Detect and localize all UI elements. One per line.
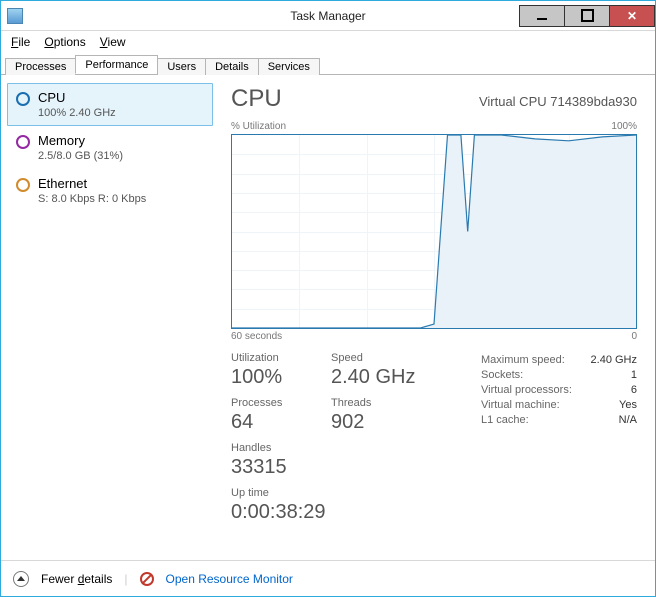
open-resource-monitor-link[interactable]: Open Resource Monitor <box>166 572 293 586</box>
meta-vm-label: Virtual machine: <box>481 399 560 411</box>
main-content: CPU 100% 2.40 GHz Memory 2.5/8.0 GB (31%… <box>1 75 655 560</box>
separator: | <box>124 572 127 586</box>
sidebar-ethernet-label: Ethernet <box>38 176 146 191</box>
sidebar-cpu-label: CPU <box>38 90 116 105</box>
meta-l1-label: L1 cache: <box>481 414 529 426</box>
stat-speed-value: 2.40 GHz <box>331 366 441 389</box>
stat-utilization-value: 100% <box>231 366 311 389</box>
memory-ring-icon <box>16 135 30 149</box>
menu-file[interactable]: File <box>5 33 36 51</box>
menu-options[interactable]: Options <box>38 33 91 51</box>
stat-handles-value: 33315 <box>231 456 301 479</box>
tab-processes[interactable]: Processes <box>5 58 76 75</box>
stat-utilization-label: Utilization <box>231 352 311 364</box>
sidebar-item-memory[interactable]: Memory 2.5/8.0 GB (31%) <box>7 126 213 169</box>
chart-label-top-left: % Utilization <box>231 121 286 132</box>
meta-l1-value: N/A <box>619 414 637 426</box>
tab-services[interactable]: Services <box>258 58 320 75</box>
resource-monitor-icon <box>140 572 154 586</box>
meta-vproc-label: Virtual processors: <box>481 384 572 396</box>
sidebar-ethernet-sub: S: 8.0 Kbps R: 0 Kbps <box>38 193 146 205</box>
sidebar-cpu-sub: 100% 2.40 GHz <box>38 107 116 119</box>
stat-processes-label: Processes <box>231 397 311 409</box>
menubar: File Options View <box>1 31 655 53</box>
stat-speed-label: Speed <box>331 352 441 364</box>
meta-vm-value: Yes <box>619 399 637 411</box>
stat-handles-label: Handles <box>231 442 301 454</box>
meta-maxspeed-value: 2.40 GHz <box>591 354 637 366</box>
tab-strip: Processes Performance Users Details Serv… <box>1 53 655 75</box>
cpu-utilization-chart <box>231 134 637 329</box>
chart-label-bottom-right: 0 <box>631 331 637 342</box>
stat-threads-value: 902 <box>331 411 391 434</box>
meta-sockets-value: 1 <box>631 369 637 381</box>
sidebar-memory-sub: 2.5/8.0 GB (31%) <box>38 150 123 162</box>
stats-left: Utilization 100% Speed 2.40 GHz Processe… <box>231 352 481 532</box>
minimize-button[interactable] <box>519 5 565 27</box>
stats-right: Maximum speed: 2.40 GHz Sockets: 1 Virtual… <box>481 352 637 532</box>
chevron-up-icon[interactable] <box>13 571 29 587</box>
sidebar: CPU 100% 2.40 GHz Memory 2.5/8.0 GB (31%… <box>1 75 219 560</box>
meta-vproc-value: 6 <box>631 384 637 396</box>
stat-processes-value: 64 <box>231 411 311 434</box>
detail-panel: CPU Virtual CPU 714389bda930 % Utilizati… <box>219 75 655 560</box>
tab-users[interactable]: Users <box>157 58 206 75</box>
tab-details[interactable]: Details <box>205 58 259 75</box>
meta-sockets-label: Sockets: <box>481 369 523 381</box>
stat-uptime-value: 0:00:38:29 <box>231 501 326 524</box>
titlebar: Task Manager <box>1 1 655 31</box>
ethernet-ring-icon <box>16 178 30 192</box>
fewer-details-link[interactable]: Fewer details <box>41 572 112 586</box>
chart-label-bottom-left: 60 seconds <box>231 331 282 342</box>
chart-label-top-right: 100% <box>611 121 637 132</box>
menu-view[interactable]: View <box>94 33 132 51</box>
sidebar-memory-label: Memory <box>38 133 123 148</box>
detail-heading: CPU <box>231 85 282 113</box>
meta-maxspeed-label: Maximum speed: <box>481 354 565 366</box>
close-button[interactable] <box>609 5 655 27</box>
app-icon <box>7 8 23 24</box>
cpu-model-name: Virtual CPU 714389bda930 <box>479 94 637 109</box>
bottom-bar: Fewer details | Open Resource Monitor <box>1 560 655 596</box>
maximize-button[interactable] <box>564 5 610 27</box>
sidebar-item-cpu[interactable]: CPU 100% 2.40 GHz <box>7 83 213 126</box>
stat-uptime-label: Up time <box>231 487 326 499</box>
tab-performance[interactable]: Performance <box>75 55 158 74</box>
sidebar-item-ethernet[interactable]: Ethernet S: 8.0 Kbps R: 0 Kbps <box>7 169 213 212</box>
window-controls <box>520 5 655 27</box>
stat-threads-label: Threads <box>331 397 391 409</box>
cpu-ring-icon <box>16 92 30 106</box>
